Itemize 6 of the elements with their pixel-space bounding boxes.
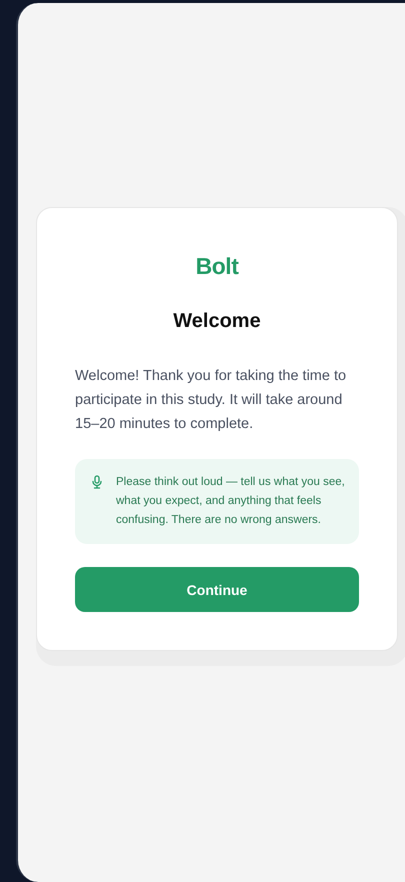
intro-text: Welcome! Thank you for taking the time to participate in this study. It will take around 15–20 minutes to complete. [75, 367, 348, 434]
microphone-icon [91, 475, 103, 489]
title: Welcome [172, 309, 262, 334]
logo: Bolt [196, 252, 238, 280]
continue-button[interactable]: Continue [75, 567, 359, 612]
tip-text: Please think out loud — tell us what you see, what you expect, and anything that feels confusing. There are no wrong answers. [116, 475, 346, 528]
